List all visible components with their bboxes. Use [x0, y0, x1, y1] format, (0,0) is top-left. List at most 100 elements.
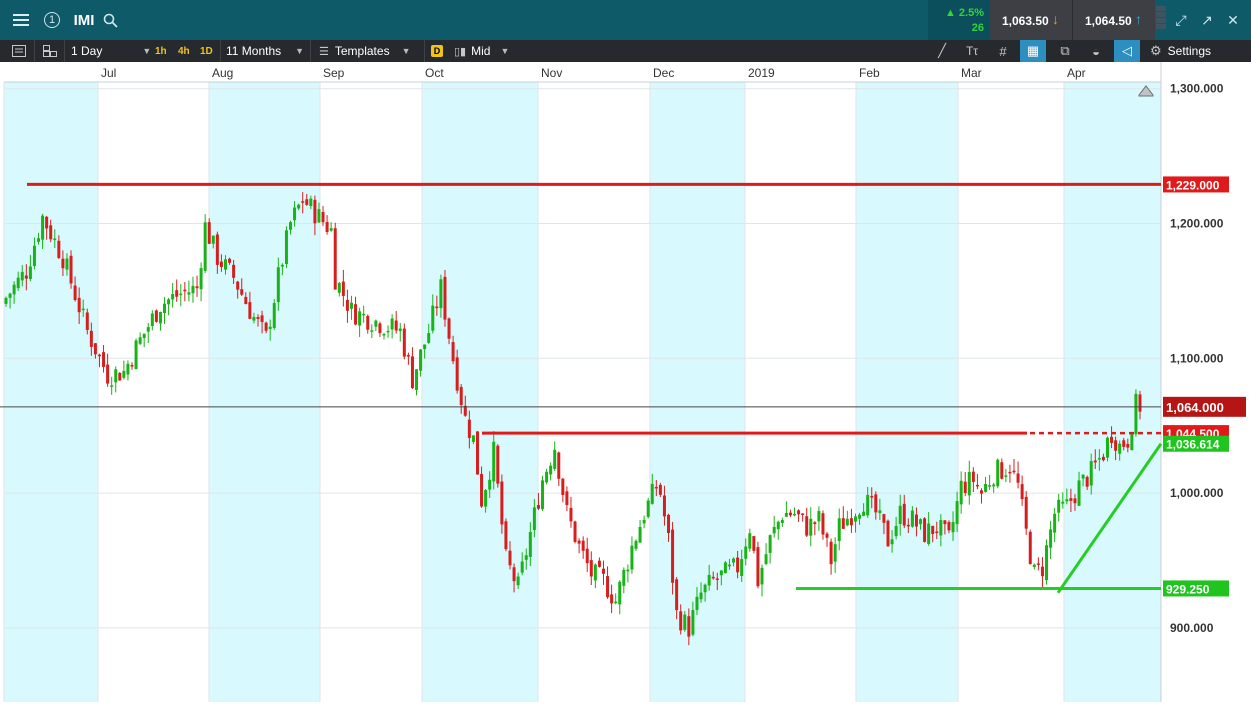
text-tool-icon[interactable]: Tτ — [960, 40, 984, 62]
fibonacci-icon[interactable]: ▦ — [1020, 40, 1046, 62]
candle-body — [784, 512, 788, 517]
candle-body — [1053, 513, 1057, 533]
sell-button[interactable]: 1,063.50 ↓ — [990, 0, 1072, 40]
candle-body — [455, 357, 459, 391]
candle-body — [248, 302, 252, 319]
menu-icon[interactable] — [8, 0, 34, 40]
candle-body — [187, 292, 191, 295]
candle-body — [565, 491, 569, 506]
indicator-icon[interactable]: ◒ — [1084, 40, 1108, 62]
candle-body — [264, 322, 268, 331]
trend-line-tag-label: 1,036.614 — [1166, 438, 1220, 452]
candle-body — [345, 299, 349, 311]
buy-button[interactable]: 1,064.50 ↑ — [1072, 0, 1155, 40]
candle-body — [910, 510, 914, 527]
candle-body — [1040, 566, 1044, 577]
expand-icon[interactable]: ⤢ — [1170, 0, 1192, 40]
candle-body — [146, 327, 150, 332]
candle-body — [293, 207, 297, 221]
candle-body — [797, 510, 801, 515]
draw-line-icon[interactable]: ╱ — [930, 40, 954, 62]
settings-button[interactable]: ⚙ Settings — [1150, 40, 1245, 62]
interval-1d[interactable]: 1D — [200, 40, 218, 62]
candle-body — [463, 405, 467, 416]
interval-1h[interactable]: 1h — [155, 40, 171, 62]
candle-body — [37, 238, 41, 242]
candle-body — [654, 486, 658, 489]
candle-body — [309, 198, 313, 207]
candle-body — [671, 529, 675, 583]
candle-body — [512, 567, 516, 582]
candle-body — [959, 480, 963, 505]
candle-body — [549, 465, 553, 475]
candle-body — [947, 522, 951, 531]
tag-icon[interactable]: ◁ — [1114, 40, 1140, 62]
candle-body — [1105, 437, 1109, 458]
candle-body — [984, 484, 988, 492]
candle-body — [1093, 460, 1097, 463]
candle-body — [975, 484, 979, 487]
templates-select[interactable]: ☰ Templates ▼ — [310, 40, 429, 62]
candle-body — [110, 385, 114, 387]
price-type-select[interactable]: ▯▮ Mid ▼ — [454, 40, 528, 62]
y-tick-label: 1,000.000 — [1170, 486, 1224, 500]
candle-body — [122, 370, 126, 378]
gear-icon: ⚙ — [1150, 43, 1162, 58]
candle-body — [447, 318, 451, 339]
candle-body — [1000, 462, 1004, 479]
candle-body — [971, 471, 975, 482]
candle-body — [114, 369, 118, 383]
crosshair-grid-icon[interactable]: # — [991, 40, 1015, 62]
candle-body — [1057, 499, 1061, 513]
candle-body — [73, 285, 77, 301]
candle-body — [406, 355, 410, 357]
candle-body — [61, 258, 65, 269]
candle-body — [935, 531, 939, 534]
x-tick-label: Apr — [1067, 66, 1086, 80]
range-select[interactable]: 11 Months ▼ — [220, 40, 312, 62]
chart-svg[interactable]: Jul Aug Sep Oct Nov Dec 2019 Feb Mar Apr 1,300.00… — [0, 62, 1251, 709]
candle-body — [805, 516, 809, 536]
candle-body — [1024, 496, 1028, 529]
chevron-down-icon: ▼ — [295, 46, 305, 56]
candle-body — [236, 281, 240, 290]
candle-body — [20, 271, 24, 281]
symbol-label[interactable]: IMI — [70, 0, 98, 40]
d-toggle[interactable]: D — [424, 40, 449, 62]
candle-body — [492, 441, 496, 482]
candle-body — [333, 228, 337, 290]
alerts-button[interactable]: 1 — [42, 0, 62, 40]
candle-body — [1130, 434, 1134, 451]
grid-layout-icon[interactable] — [34, 40, 65, 62]
candle-body — [134, 340, 138, 370]
candle-body — [662, 495, 666, 517]
price-type-value: Mid — [471, 44, 491, 58]
candle-body — [691, 610, 695, 635]
candle-body — [252, 316, 256, 321]
candle-body — [317, 209, 321, 223]
candle-body — [902, 503, 906, 526]
copy-icon[interactable]: ⧉ — [1053, 40, 1077, 62]
close-icon[interactable]: ✕ — [1222, 0, 1244, 40]
candle-body — [354, 304, 358, 325]
candle-body — [919, 519, 923, 525]
popout-icon[interactable]: ↗ — [1196, 0, 1218, 40]
price-chart[interactable]: Jul Aug Sep Oct Nov Dec 2019 Feb Mar Apr 1,300.00… — [0, 62, 1251, 709]
candle-body — [780, 520, 784, 523]
candle-body — [374, 320, 378, 327]
interval-4h[interactable]: 4h — [178, 40, 194, 62]
candle-body — [480, 473, 484, 507]
candle-body — [642, 519, 646, 524]
interval-select[interactable]: 1 Day ▼ — [64, 40, 155, 62]
candle-body — [569, 507, 573, 522]
month-band — [320, 82, 422, 702]
candle-body — [1114, 440, 1118, 451]
candle-body — [862, 511, 866, 517]
layout-icon[interactable] — [6, 40, 32, 62]
change-panel: ▲ 2.5% 26 — [928, 0, 990, 40]
candle-body — [24, 275, 28, 279]
candle-body — [142, 333, 146, 339]
candle-body — [427, 333, 431, 343]
candle-body — [524, 555, 528, 560]
search-icon[interactable] — [100, 0, 120, 40]
